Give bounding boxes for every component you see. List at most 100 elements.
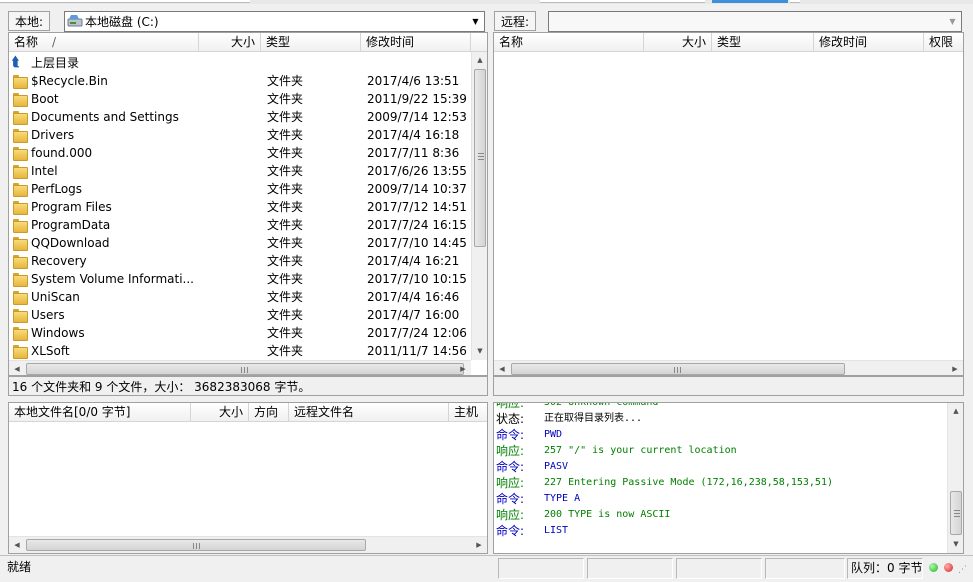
table-row[interactable]: PerfLogs 文件夹 2009/7/14 10:37 — [9, 180, 471, 198]
folder-icon — [13, 129, 28, 143]
folder-icon — [13, 345, 28, 359]
table-row[interactable]: Program Files 文件夹 2017/7/12 14:51 — [9, 198, 471, 216]
log-label: 状态: — [496, 412, 525, 426]
scroll-down-arrow-icon[interactable]: ▼ — [948, 536, 963, 553]
file-type: 文件夹 — [267, 146, 304, 160]
log-message: PWD — [544, 429, 563, 440]
column-header-mtime[interactable]: 修改时间 — [814, 33, 924, 52]
file-type: 文件夹 — [267, 164, 304, 178]
status-panel — [498, 558, 584, 579]
column-header-type[interactable]: 类型 — [712, 33, 814, 52]
column-header-type[interactable]: 类型 — [261, 33, 361, 52]
remote-path-combo[interactable]: ▼ — [548, 11, 962, 32]
column-header-local-file[interactable]: 本地文件名[0/0 字节] — [9, 403, 191, 422]
scroll-right-arrow-icon[interactable]: ▶ — [471, 537, 487, 553]
table-row[interactable]: Intel 文件夹 2017/6/26 13:55 — [9, 162, 471, 180]
folder-icon — [13, 183, 28, 197]
file-type: 文件夹 — [267, 128, 304, 142]
local-horizontal-scrollbar[interactable]: ◀ ▶ — [9, 360, 471, 375]
log-message: 200 TYPE is now ASCII — [544, 509, 671, 520]
log-label: 命令: — [496, 428, 525, 442]
scroll-right-arrow-icon[interactable]: ▶ — [947, 361, 963, 375]
table-row[interactable]: Boot 文件夹 2011/9/22 15:39 — [9, 90, 471, 108]
table-row[interactable]: System Volume Informati... 文件夹 2017/7/10 1… — [9, 270, 471, 288]
table-row[interactable]: Users 文件夹 2017/4/7 16:00 — [9, 306, 471, 324]
status-panel — [587, 558, 673, 579]
file-type: 文件夹 — [267, 272, 304, 286]
table-row[interactable]: QQDownload 文件夹 2017/7/10 14:45 — [9, 234, 471, 252]
table-row[interactable]: XLSoft 文件夹 2011/11/7 14:56 — [9, 342, 471, 360]
log-message: 227 Entering Passive Mode (172,16,238,58… — [544, 477, 833, 488]
column-header-permissions[interactable]: 权限 — [924, 33, 963, 52]
log-label: 命令: — [496, 460, 525, 474]
scroll-thumb[interactable] — [474, 69, 486, 247]
log-message: 257 "/" is your current location — [544, 445, 737, 456]
local-path-combo[interactable]: 本地磁盘 (C:) ▼ — [64, 11, 485, 32]
scroll-left-arrow-icon[interactable]: ◀ — [494, 361, 510, 375]
log-label: 响应: — [496, 444, 525, 458]
file-mtime: 2017/7/10 14:45 — [367, 236, 467, 250]
file-type: 文件夹 — [267, 200, 304, 214]
column-header-size[interactable]: 大小 — [199, 33, 261, 52]
scroll-thumb[interactable] — [950, 491, 962, 535]
column-header-name[interactable]: 名称 — [494, 33, 644, 52]
column-header-mtime[interactable]: 修改时间 — [361, 33, 471, 52]
table-row[interactable]: $Recycle.Bin 文件夹 2017/4/6 13:51 — [9, 72, 471, 90]
log-label: 命令: — [496, 524, 525, 538]
log-label: 响应: — [496, 402, 525, 410]
column-header-remote-file[interactable]: 远程文件名 — [289, 403, 449, 422]
table-row[interactable]: Drivers 文件夹 2017/4/4 16:18 — [9, 126, 471, 144]
folder-icon — [13, 75, 28, 89]
column-header-host[interactable]: 主机 — [449, 403, 487, 422]
scroll-thumb[interactable] — [26, 363, 464, 375]
scroll-left-arrow-icon[interactable]: ◀ — [9, 537, 25, 553]
column-header-direction[interactable]: 方向 — [249, 403, 289, 422]
file-name: $Recycle.Bin — [31, 74, 108, 88]
file-name: UniScan — [31, 290, 80, 304]
log-vertical-scrollbar[interactable]: ▲ ▼ — [947, 403, 963, 553]
table-row[interactable]: Windows 文件夹 2017/7/24 12:06 — [9, 324, 471, 342]
local-file-list[interactable]: 名称 / 大小 类型 修改时间 ⮬ 上层目录 $Recycle.Bin 文件夹 201… — [8, 32, 488, 376]
file-mtime: 2017/4/4 16:18 — [367, 128, 460, 142]
table-row[interactable]: ProgramData 文件夹 2017/7/24 16:15 — [9, 216, 471, 234]
table-row[interactable]: UniScan 文件夹 2017/4/4 16:46 — [9, 288, 471, 306]
local-status: 16 个文件夹和 9 个文件，大小： 3682383068 字节。 — [8, 376, 488, 396]
toolbar-field[interactable] — [540, 0, 705, 3]
column-header-size[interactable]: 大小 — [644, 33, 712, 52]
scroll-thumb[interactable] — [511, 363, 845, 375]
table-row[interactable]: Recovery 文件夹 2017/4/4 16:21 — [9, 252, 471, 270]
folder-icon — [13, 327, 28, 341]
scroll-right-arrow-icon[interactable]: ▶ — [455, 361, 471, 375]
local-vertical-scrollbar[interactable]: ▲ ▼ — [471, 52, 487, 360]
log-panel[interactable]: 响应: 502 Unknown command 状态: 正在取得目录列表... 命令: P… — [493, 402, 964, 554]
toolbar-field[interactable] — [0, 0, 250, 3]
column-header-name[interactable]: 名称 / — [9, 33, 199, 52]
folder-icon — [13, 237, 28, 251]
parent-dir-row[interactable]: ⮬ 上层目录 — [9, 54, 471, 72]
chevron-down-icon[interactable]: ▼ — [468, 13, 483, 30]
scroll-up-arrow-icon[interactable]: ▲ — [948, 403, 963, 420]
column-header-size[interactable]: 大小 — [191, 403, 249, 422]
scroll-thumb[interactable] — [26, 539, 366, 551]
folder-icon — [13, 201, 28, 215]
file-type: 文件夹 — [267, 290, 304, 304]
table-row[interactable]: Documents and Settings 文件夹 2009/7/14 12:53 — [9, 108, 471, 126]
file-mtime: 2009/7/14 12:53 — [367, 110, 467, 124]
file-mtime: 2009/7/14 10:37 — [367, 182, 467, 196]
remote-horizontal-scrollbar[interactable]: ◀ ▶ — [494, 360, 963, 375]
local-label: 本地: — [8, 11, 51, 31]
folder-icon — [13, 291, 28, 305]
quick-connect-button[interactable] — [712, 0, 788, 3]
file-mtime: 2017/4/4 16:21 — [367, 254, 460, 268]
scroll-up-arrow-icon[interactable]: ▲ — [472, 52, 487, 69]
scroll-left-arrow-icon[interactable]: ◀ — [9, 361, 25, 375]
chevron-down-icon[interactable]: ▼ — [945, 13, 960, 30]
scroll-down-arrow-icon[interactable]: ▼ — [472, 343, 487, 360]
table-row[interactable]: found.000 文件夹 2017/7/11 8:36 — [9, 144, 471, 162]
remote-file-list[interactable]: 名称 大小 类型 修改时间 权限 ◀ ▶ — [493, 32, 964, 376]
queue-horizontal-scrollbar[interactable]: ◀ ▶ — [9, 536, 487, 553]
transfer-queue[interactable]: 本地文件名[0/0 字节] 大小 方向 远程文件名 主机 ◀ ▶ — [8, 402, 488, 554]
toolbar-dropdown[interactable] — [790, 0, 800, 3]
resize-grip-icon[interactable]: ⋰ — [958, 564, 969, 576]
file-name: Boot — [31, 92, 59, 106]
